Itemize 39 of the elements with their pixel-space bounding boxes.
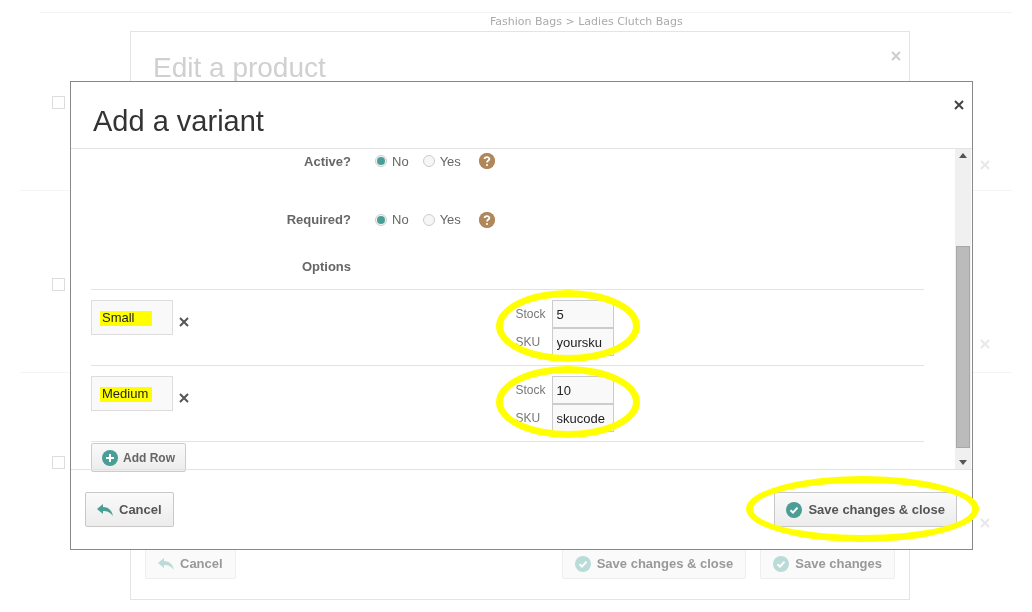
help-icon[interactable] bbox=[478, 153, 495, 169]
field-label: Required? bbox=[285, 212, 351, 227]
down-arrow-icon[interactable] bbox=[959, 460, 967, 465]
check-circle-icon bbox=[574, 555, 591, 572]
close-icon[interactable] bbox=[954, 100, 964, 110]
sku-label: SKU bbox=[515, 411, 542, 425]
radio-option[interactable]: Yes bbox=[422, 212, 461, 227]
add-row-button[interactable]: Add Row bbox=[91, 443, 186, 472]
stock-label: Stock bbox=[515, 383, 546, 397]
scrollbar[interactable] bbox=[955, 149, 971, 469]
check-circle-icon bbox=[786, 501, 803, 518]
stock-field[interactable]: 10 bbox=[551, 376, 614, 404]
sku-label: SKU bbox=[515, 335, 542, 349]
option-name-field[interactable]: Small bbox=[91, 300, 173, 335]
check-circle-icon bbox=[773, 555, 790, 572]
reply-arrow-icon bbox=[158, 556, 174, 571]
help-icon[interactable] bbox=[478, 211, 495, 228]
stock-label: Stock bbox=[515, 307, 546, 321]
section-label: Options bbox=[300, 258, 351, 274]
cancel-button[interactable]: Cancel bbox=[85, 492, 174, 527]
radio-option[interactable]: Yes bbox=[422, 153, 461, 169]
up-arrow-icon[interactable] bbox=[959, 153, 967, 158]
field-label: Active? bbox=[303, 153, 351, 169]
stock-field[interactable]: 5 bbox=[551, 300, 614, 328]
reply-arrow-icon bbox=[97, 502, 113, 517]
option-name-field[interactable]: Medium bbox=[91, 376, 173, 411]
checkbox[interactable] bbox=[52, 96, 65, 109]
save-button[interactable]: Save changes & close bbox=[774, 492, 957, 527]
modal-title: Add a variant bbox=[93, 104, 264, 138]
radio-option[interactable]: No bbox=[375, 212, 409, 227]
close-icon[interactable] bbox=[179, 317, 189, 327]
plus-circle-icon bbox=[102, 449, 118, 466]
sku-field[interactable]: yoursku bbox=[551, 328, 614, 356]
checkbox[interactable] bbox=[52, 278, 65, 291]
radio-option[interactable]: No bbox=[375, 153, 409, 169]
checkbox[interactable] bbox=[52, 456, 65, 469]
close-icon[interactable] bbox=[179, 393, 189, 403]
category-path: Fashion Bags > Ladies Clutch Bags bbox=[490, 15, 683, 28]
sku-field[interactable]: skucode bbox=[551, 404, 614, 432]
